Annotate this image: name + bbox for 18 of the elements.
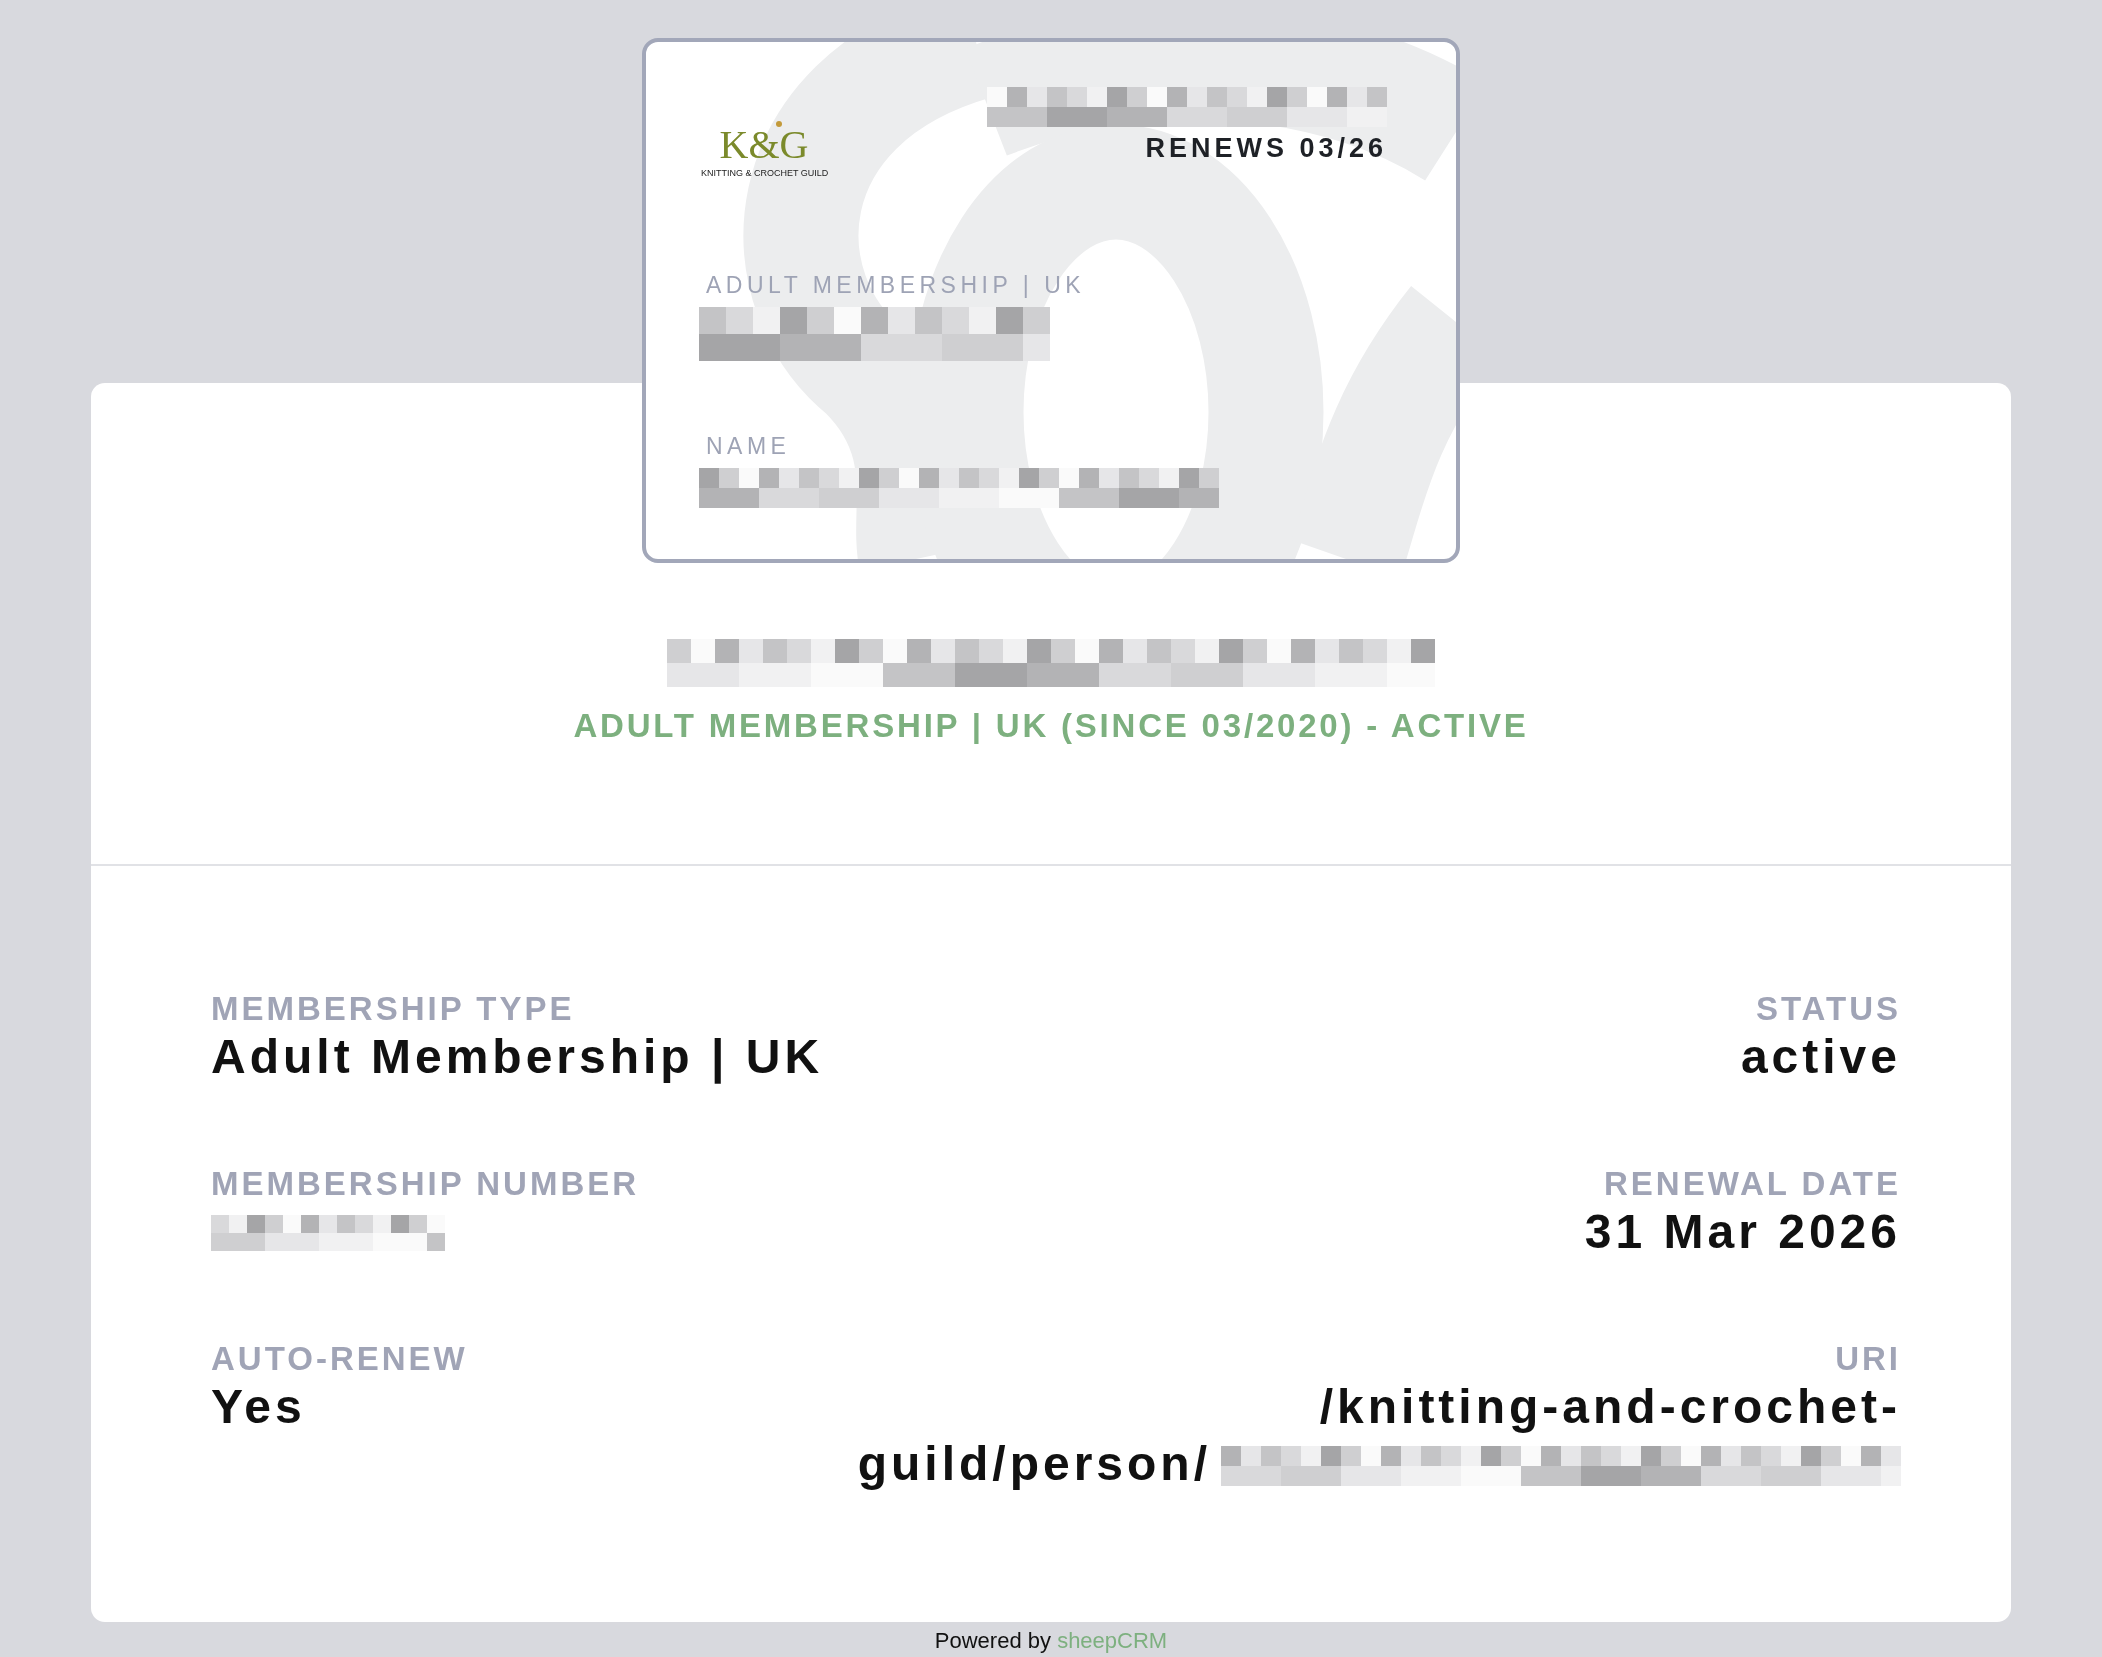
field-value: active <box>1740 1029 1901 1085</box>
field-label: AUTO-RENEW <box>211 1340 468 1378</box>
field-value: 31 Mar 2026 <box>1584 1204 1901 1260</box>
field-value: /knitting-and-crochet-guild/person/ <box>856 1379 1901 1492</box>
sheepcrm-link[interactable]: sheepCRM <box>1057 1628 1168 1653</box>
membership-label: ADULT MEMBERSHIP | UK <box>706 272 1087 299</box>
field-label: MEMBERSHIP TYPE <box>211 990 575 1028</box>
logo: K&G KNITTING & CROCHET GUILD <box>699 114 849 184</box>
renewal-text: RENEWS 03/26 <box>1145 133 1387 164</box>
field-value: Adult Membership | UK <box>211 1029 824 1085</box>
footer-text: Powered by sheepCRM <box>934 1628 1168 1653</box>
field-label: STATUS <box>1755 990 1901 1028</box>
field-value: Yes <box>211 1379 306 1435</box>
field-label: MEMBERSHIP NUMBER <box>211 1165 640 1203</box>
name-label: NAME <box>706 433 792 460</box>
field-label: RENEWAL DATE <box>1604 1165 1901 1203</box>
field-label: URI <box>1835 1340 1901 1378</box>
membership-summary: ADULT MEMBERSHIP | UK (SINCE 03/2020) - ACTIVE <box>573 707 1529 745</box>
